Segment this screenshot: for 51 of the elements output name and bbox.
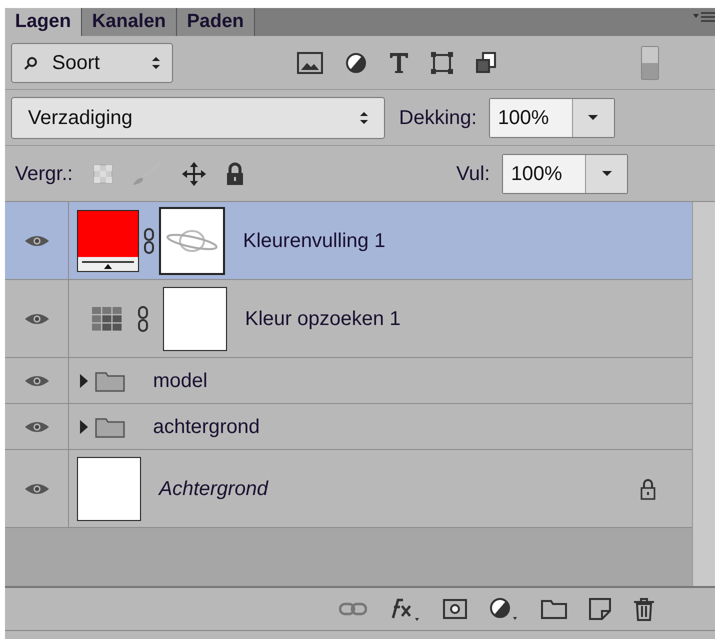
trash-icon[interactable] [633,597,655,621]
blend-mode-dropdown[interactable]: Verzadiging [11,96,385,138]
spinner-icon [152,56,160,70]
eye-icon [24,312,50,326]
tab[interactable]: Paden [176,8,255,36]
menu-icon[interactable] [693,12,715,24]
spinner-icon [360,110,368,124]
adjustment-icon[interactable] [345,52,367,74]
mask-thumbnail [159,206,225,274]
layer-row[interactable]: model [5,358,692,404]
link-icon [143,228,155,254]
lock-icon[interactable] [224,162,245,186]
shape-icon[interactable] [431,52,453,74]
lock-label: Vergr.: [15,162,73,186]
smart-object-icon[interactable] [475,52,497,74]
move-icon[interactable] [180,160,207,186]
expand-arrow-icon[interactable] [79,372,89,388]
search-icon [24,56,38,70]
eye-icon [24,374,50,388]
layer-name: Kleur opzoeken 1 [245,306,401,332]
tab[interactable]: Kanalen [82,8,177,36]
layer-row[interactable]: Kleur opzoeken 1 [5,280,692,358]
layer-row[interactable]: achtergrond [5,404,692,450]
layer-row[interactable]: Achtergrond [5,450,692,528]
grid-icon [91,306,123,332]
new-layer-icon[interactable] [589,598,611,620]
eye-icon [24,482,50,496]
fill-label: Vul: [456,162,490,186]
link-icon [137,306,149,332]
filter-dropdown[interactable]: Soort [11,42,173,82]
layer-name: model [153,368,208,394]
folder-icon[interactable] [541,599,567,619]
layer-name: achtergrond [153,414,260,440]
opacity-label: Dekking: [399,106,477,130]
image-icon[interactable] [297,52,323,74]
mask-thumbnail [163,286,227,350]
eye-icon [24,420,50,434]
type-icon[interactable] [389,52,409,74]
eye-icon [24,234,50,248]
layer-thumbnail [77,456,141,520]
folder-icon [95,416,125,438]
folder-icon [95,370,125,392]
layer-row[interactable]: Kleurenvulling 1 [5,202,692,280]
layer-name: Kleurenvulling 1 [243,228,386,254]
layer-name: Achtergrond [159,476,268,502]
fx-icon[interactable] [389,596,421,622]
mask-icon[interactable] [443,599,467,619]
tab[interactable]: Lagen [5,8,82,36]
adjustment-icon[interactable] [489,597,519,621]
filter-toggle[interactable] [641,46,659,80]
expand-arrow-icon[interactable] [79,418,89,434]
